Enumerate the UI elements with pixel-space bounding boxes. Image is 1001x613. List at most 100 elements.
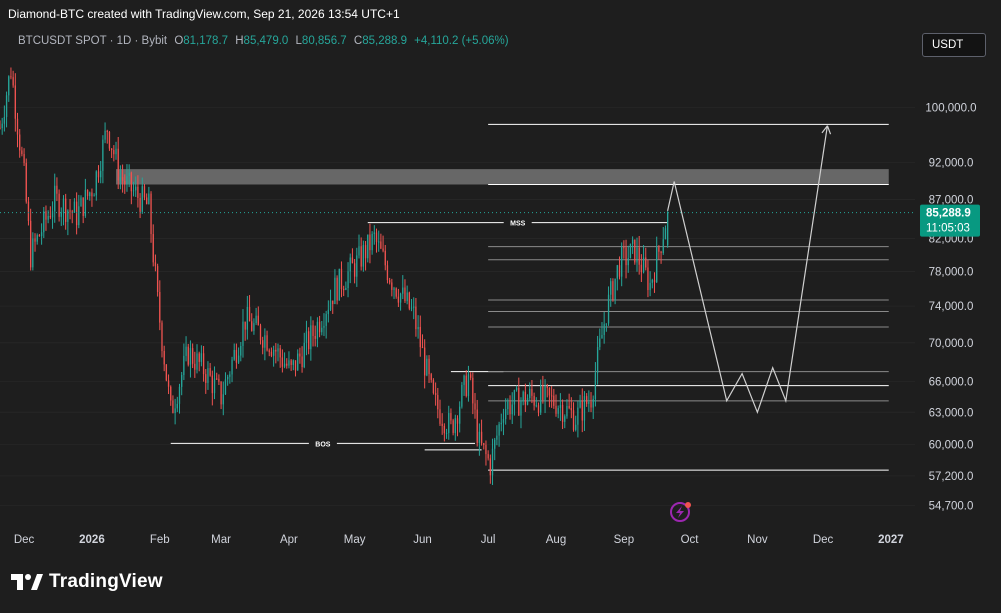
candle-body <box>21 150 23 155</box>
candle-body <box>292 360 294 365</box>
candle-body <box>196 353 198 370</box>
candle-body <box>297 353 299 371</box>
candle-body <box>23 154 25 163</box>
candle-body <box>373 232 375 234</box>
candle-body <box>664 228 667 240</box>
candle-body <box>73 201 76 213</box>
candle-body <box>128 172 130 177</box>
x-tick-label: Dec <box>14 534 35 546</box>
candle-body <box>135 186 137 191</box>
candle-body <box>237 355 240 363</box>
candle-body <box>441 423 443 426</box>
candle-body <box>428 358 430 375</box>
last-price-label: 85,288.9 <box>926 208 971 220</box>
candle-body <box>662 239 664 253</box>
candle-body <box>139 197 141 212</box>
candle-body <box>29 220 32 268</box>
candle-body <box>248 306 251 322</box>
projection-path <box>667 125 828 415</box>
candle-body <box>229 374 231 377</box>
candle-body <box>226 376 229 380</box>
candle-body <box>415 306 417 330</box>
candle-body <box>80 197 82 207</box>
candle-body <box>222 394 224 405</box>
tradingview-logo[interactable]: TradingView <box>11 571 163 593</box>
candle-body <box>531 388 533 396</box>
lightning-icon[interactable] <box>670 502 691 522</box>
candle-body <box>257 315 259 326</box>
candle-body <box>474 403 476 410</box>
candle-body <box>452 420 454 433</box>
candle-body <box>321 327 323 333</box>
candle-body <box>84 189 87 216</box>
candle-body <box>244 321 246 330</box>
candle-body <box>621 247 623 277</box>
candle-body <box>570 408 572 411</box>
candle-body <box>259 325 262 341</box>
candle-body <box>146 197 148 205</box>
candle-body <box>8 76 10 96</box>
candle-body <box>307 331 310 350</box>
candle-body <box>338 268 340 301</box>
candle-body <box>75 201 78 226</box>
candle-body <box>434 393 437 395</box>
candle-body <box>95 171 97 196</box>
candle-body <box>314 335 316 339</box>
candle-body <box>65 198 67 222</box>
candle-body <box>310 325 312 350</box>
candle-body <box>202 353 205 375</box>
candle-body <box>318 321 321 333</box>
candle-body <box>3 116 6 124</box>
candle-body <box>522 391 524 402</box>
candle-body <box>104 130 106 140</box>
candle-body <box>170 386 172 401</box>
candle-body <box>205 374 207 383</box>
candle-body <box>218 378 220 382</box>
candle-body <box>152 234 154 263</box>
high-value: 85,479.0 <box>243 35 289 47</box>
candle-body <box>100 170 102 178</box>
candle-body <box>469 374 472 378</box>
candle-body <box>544 385 546 401</box>
candle-body <box>364 245 367 259</box>
candle-body <box>5 95 8 117</box>
candle-body <box>369 234 371 251</box>
candle-body <box>246 306 249 330</box>
candle-body <box>399 293 402 303</box>
candle-body <box>58 193 60 217</box>
candle-body <box>647 267 649 291</box>
countdown-label: 11:05:03 <box>926 223 970 235</box>
candle-body <box>121 177 124 181</box>
level-label: MSS <box>510 221 526 228</box>
candle-body <box>380 241 382 249</box>
candle-body <box>316 321 319 339</box>
candle-body <box>303 342 305 368</box>
candle-body <box>12 77 14 86</box>
symbol-label[interactable]: BTCUSDT SPOT · 1D · Bybit <box>18 35 167 47</box>
candle-body <box>649 282 651 291</box>
low-value: 80,856.7 <box>301 35 347 47</box>
x-tick-label: 2027 <box>878 534 904 546</box>
candle-body <box>266 335 268 351</box>
candle-body <box>443 425 446 434</box>
candle-body <box>445 432 448 434</box>
candle-body <box>89 192 91 197</box>
candle-body <box>288 360 290 366</box>
candle-body <box>623 247 625 249</box>
price-chart[interactable]: MSSBOS 100,000.092,000.087,000.082,000.0… <box>0 0 1001 554</box>
currency-button[interactable]: USDT <box>922 33 986 57</box>
candle-body <box>43 211 45 233</box>
candle-body <box>150 193 152 235</box>
candle-body <box>362 245 365 267</box>
y-tick-label: 100,000.0 <box>925 103 976 115</box>
candle-body <box>555 405 557 414</box>
candle-body <box>242 321 244 347</box>
candle-body <box>19 134 21 151</box>
candle-body <box>347 271 349 289</box>
candle-body <box>599 338 601 348</box>
candle-body <box>110 148 113 151</box>
supply-zone <box>116 169 889 185</box>
candle-body <box>566 405 568 417</box>
candle-body <box>277 348 279 352</box>
candle-body <box>614 278 616 300</box>
